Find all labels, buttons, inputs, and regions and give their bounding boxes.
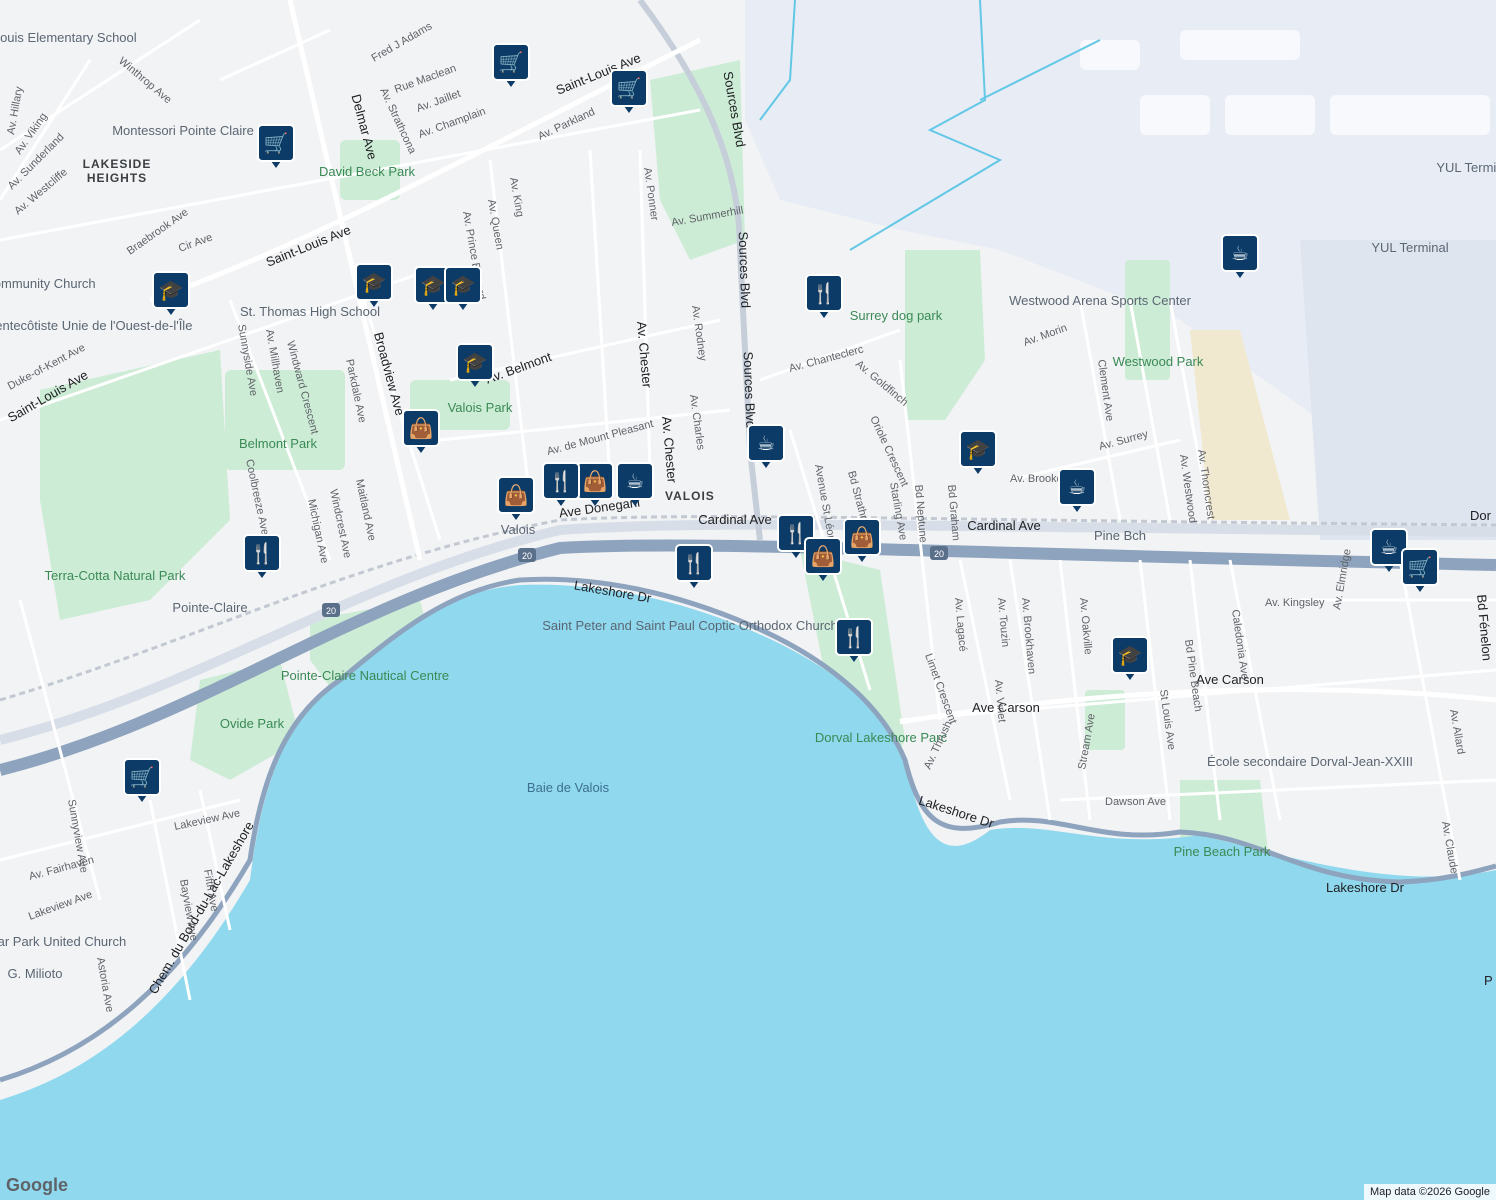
station-label-valois[interactable]: Valois bbox=[501, 522, 536, 537]
shopping-cart-icon[interactable]: 🛒 bbox=[123, 758, 161, 802]
shopping-cart-icon[interactable]: 🛒 bbox=[1401, 548, 1439, 592]
road-label-sources-south: Sources Blvd bbox=[741, 351, 759, 428]
school-icon[interactable]: 🎓 bbox=[355, 263, 393, 307]
school-icon-glyph: 🎓 bbox=[159, 278, 184, 302]
shopping-bag-icon[interactable]: 👜 bbox=[576, 462, 614, 506]
school-icon-glyph: 🎓 bbox=[362, 270, 387, 294]
road-label-cardinal-west: Cardinal Ave bbox=[698, 512, 771, 527]
poi-label-montessori[interactable]: Montessori Pointe Claire bbox=[112, 123, 254, 138]
road-label-lakeshore-east: Lakeshore Dr bbox=[1326, 880, 1405, 895]
shopping-bag-icon-glyph: 👜 bbox=[583, 469, 608, 493]
road-label-dawson: Dawson Ave bbox=[1105, 796, 1166, 808]
road-label-cardinal-east: Cardinal Ave bbox=[967, 518, 1040, 533]
edge-label-dorval: Dor bbox=[1470, 508, 1492, 523]
park-label-ovide: Ovide Park bbox=[220, 716, 285, 731]
map-canvas[interactable]: 20 20 20 Baie de Valois LAKESIDE HEIGHTS… bbox=[0, 0, 1496, 1200]
school-icon[interactable]: 🎓 bbox=[959, 430, 997, 474]
restaurant-icon-glyph: 🍴 bbox=[250, 541, 275, 565]
shopping-cart-icon-glyph: 🛒 bbox=[264, 131, 289, 155]
restaurant-icon-glyph: 🍴 bbox=[682, 551, 707, 575]
school-icon[interactable]: 🎓 bbox=[456, 343, 494, 387]
coffee-icon-glyph: ☕ bbox=[1068, 475, 1086, 499]
restaurant-icon-glyph: 🍴 bbox=[812, 281, 837, 305]
poi-label-coptic-church[interactable]: Saint Peter and Saint Paul Coptic Orthod… bbox=[542, 618, 838, 633]
school-icon[interactable]: 🎓 bbox=[444, 266, 482, 310]
restaurant-icon[interactable]: 🍴 bbox=[805, 274, 843, 318]
shopping-cart-icon[interactable]: 🛒 bbox=[257, 124, 295, 168]
area-label-valois: VALOIS bbox=[665, 489, 715, 503]
shopping-bag-icon[interactable]: 👜 bbox=[402, 409, 440, 453]
google-logo: Google bbox=[6, 1175, 68, 1195]
poi-label-st-thomas[interactable]: St. Thomas High School bbox=[240, 304, 380, 319]
school-icon[interactable]: 🎓 bbox=[1111, 636, 1149, 680]
poi-label-ecole-dorval[interactable]: École secondaire Dorval-Jean-XXIII bbox=[1207, 754, 1413, 769]
restaurant-icon[interactable]: 🍴 bbox=[835, 618, 873, 662]
restaurant-icon[interactable]: 🍴 bbox=[243, 534, 281, 578]
shopping-bag-icon[interactable]: 👜 bbox=[804, 537, 842, 581]
shopping-cart-icon-glyph: 🛒 bbox=[617, 76, 642, 100]
school-icon-glyph: 🎓 bbox=[1118, 643, 1143, 667]
school-icon-glyph: 🎓 bbox=[451, 273, 476, 297]
poi-label-community-church[interactable]: Community Church bbox=[0, 276, 96, 291]
shopping-bag-icon-glyph: 👜 bbox=[811, 544, 836, 568]
shopping-bag-icon[interactable]: 👜 bbox=[843, 518, 881, 562]
coffee-icon[interactable]: ☕ bbox=[1221, 234, 1259, 278]
coffee-icon-glyph: ☕ bbox=[626, 469, 644, 493]
park-label-belmont: Belmont Park bbox=[239, 436, 318, 451]
park-label-valois: Valois Park bbox=[448, 400, 513, 415]
park-label-terra-cotta: Terra-Cotta Natural Park bbox=[45, 568, 186, 583]
area-label-heights: HEIGHTS bbox=[87, 171, 147, 185]
coffee-icon[interactable]: ☕ bbox=[1058, 468, 1096, 512]
restaurant-icon[interactable]: 🍴 bbox=[675, 544, 713, 588]
shopping-bag-icon-glyph: 👜 bbox=[504, 483, 529, 507]
map-attribution[interactable]: Map data ©2026 Google bbox=[1363, 1184, 1496, 1200]
coffee-icon[interactable]: ☕ bbox=[747, 424, 785, 468]
water-label: Baie de Valois bbox=[527, 780, 610, 795]
park-label-pine-beach: Pine Beach Park bbox=[1174, 844, 1271, 859]
shopping-bag-icon-glyph: 👜 bbox=[409, 416, 434, 440]
shopping-cart-icon[interactable]: 🛒 bbox=[610, 69, 648, 113]
park-label-surrey-dog: Surrey dog park bbox=[850, 308, 943, 323]
coffee-icon-glyph: ☕ bbox=[757, 431, 775, 455]
shopping-bag-icon-glyph: 👜 bbox=[850, 525, 875, 549]
svg-text:20: 20 bbox=[934, 549, 944, 559]
coffee-icon-glyph: ☕ bbox=[1231, 241, 1249, 265]
poi-label-eglise[interactable]: Église Pentecôtiste Unie de l'Ouest-de-l… bbox=[0, 318, 192, 333]
poi-label-st-louis-school[interactable]: St. Louis Elementary School bbox=[0, 30, 137, 45]
shopping-cart-icon-glyph: 🛒 bbox=[1408, 555, 1433, 579]
school-icon[interactable]: 🎓 bbox=[152, 271, 190, 315]
poi-label-westwood-arena[interactable]: Westwood Arena Sports Center bbox=[1009, 293, 1192, 308]
school-icon-glyph: 🎓 bbox=[463, 350, 488, 374]
park-label-nautical: Pointe-Claire Nautical Centre bbox=[281, 668, 449, 683]
restaurant-icon[interactable]: 🍴 bbox=[542, 462, 580, 506]
poi-label-yul-terminal-2[interactable]: YUL Terminal bbox=[1371, 240, 1448, 255]
restaurant-icon-glyph: 🍴 bbox=[549, 469, 574, 493]
road-label-carson-east: Ave Carson bbox=[1196, 672, 1264, 687]
poi-label-yul-terminal[interactable]: YUL Terminal bbox=[1436, 160, 1496, 175]
park-label-dorval-lakeshore: Dorval Lakeshore Parc bbox=[815, 730, 948, 745]
svg-text:20: 20 bbox=[326, 606, 336, 616]
station-label-pine-bch[interactable]: Pine Bch bbox=[1094, 528, 1146, 543]
airport-apron bbox=[1300, 240, 1496, 540]
coffee-icon-glyph: ☕ bbox=[1380, 535, 1398, 559]
road-label-sources-mid: Sources Blvd bbox=[736, 231, 754, 308]
shopping-cart-icon-glyph: 🛒 bbox=[499, 50, 524, 74]
road-label-kingsley: Av. Kingsley bbox=[1265, 597, 1325, 609]
area-label-lakeside: LAKESIDE bbox=[83, 157, 152, 171]
restaurant-icon-glyph: 🍴 bbox=[842, 625, 867, 649]
coffee-icon[interactable]: ☕ bbox=[616, 462, 654, 506]
edge-label-p: P bbox=[1484, 973, 1493, 988]
park-label-david-beck: David Beck Park bbox=[319, 164, 416, 179]
shopping-cart-icon-glyph: 🛒 bbox=[130, 765, 155, 789]
park-label-westwood: Westwood Park bbox=[1113, 354, 1204, 369]
shopping-bag-icon[interactable]: 👜 bbox=[497, 476, 535, 520]
station-label-pointe-claire[interactable]: Pointe-Claire bbox=[172, 600, 247, 615]
poi-label-cedar-park[interactable]: Cedar Park United Church bbox=[0, 934, 126, 949]
poi-label-milioto[interactable]: G. Milioto bbox=[8, 966, 63, 981]
school-icon-glyph: 🎓 bbox=[421, 273, 446, 297]
shopping-cart-icon[interactable]: 🛒 bbox=[492, 43, 530, 87]
school-icon-glyph: 🎓 bbox=[966, 437, 991, 461]
svg-text:20: 20 bbox=[522, 551, 532, 561]
